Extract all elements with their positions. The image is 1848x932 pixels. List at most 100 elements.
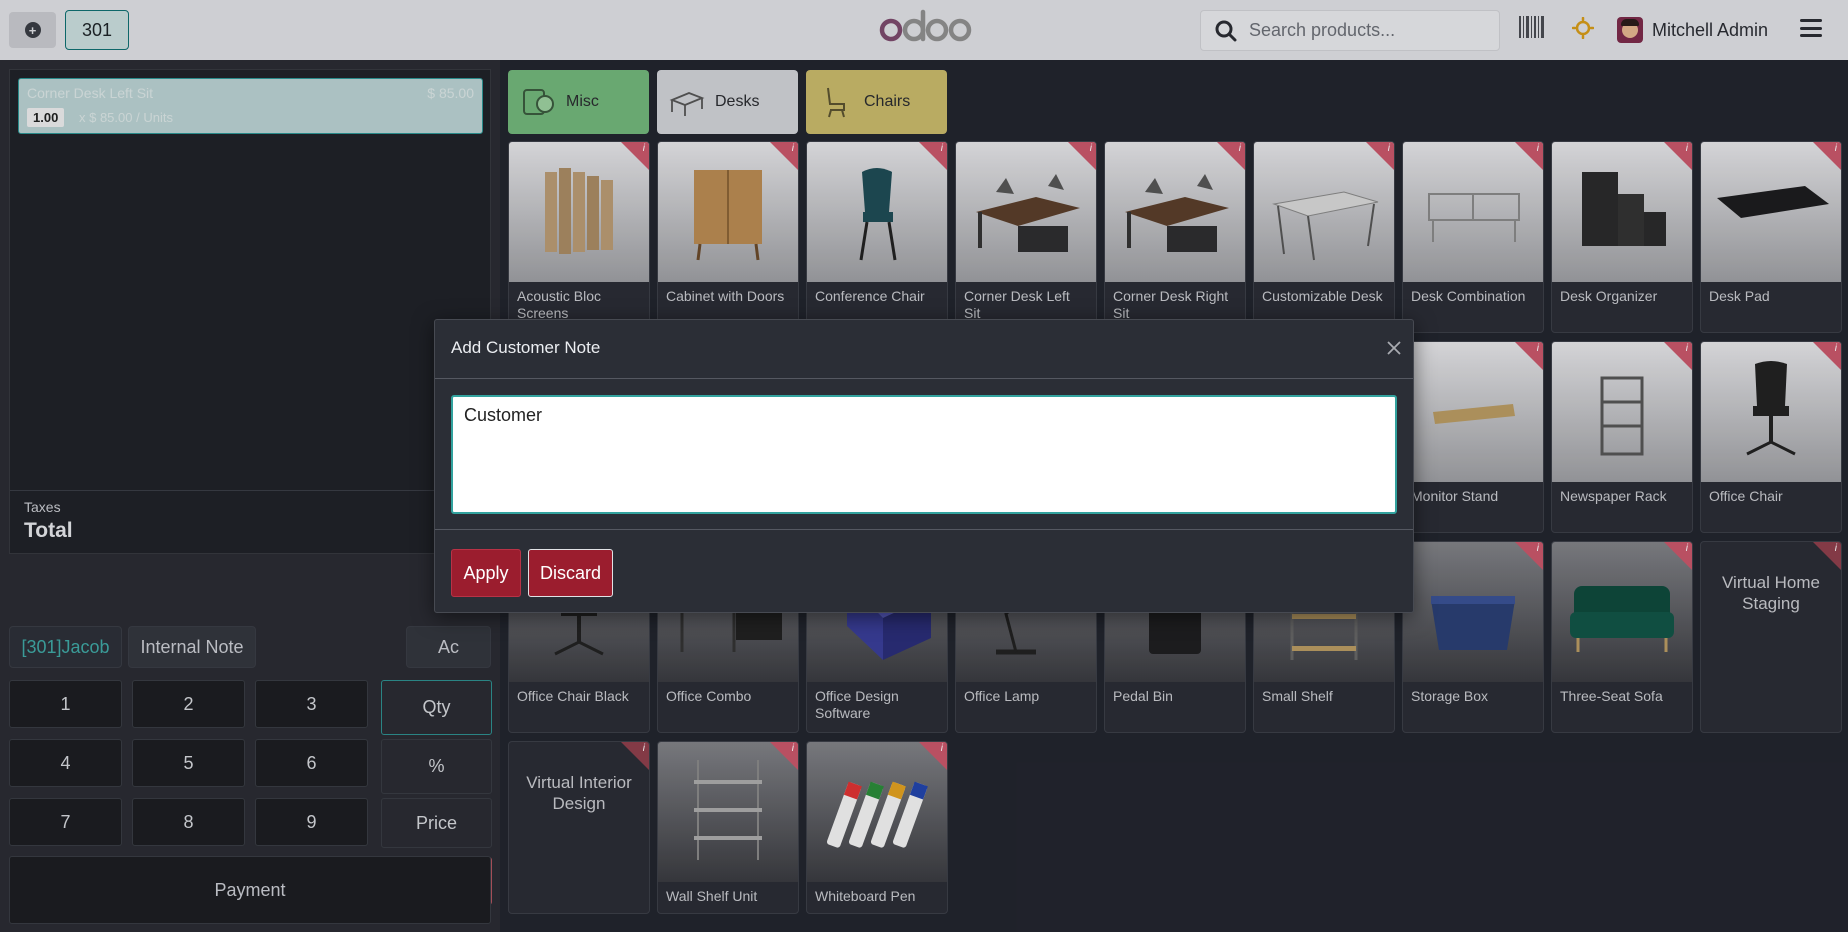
numpad-6[interactable]: 6 (255, 739, 368, 787)
top-bar: + 301 Mitchell Admin (0, 0, 1848, 60)
plus-circle-icon: + (24, 22, 41, 38)
discard-button[interactable]: Discard (528, 549, 613, 597)
order-line-qty: 1.00 (27, 108, 65, 127)
product-card[interactable]: Customizable Desk i (1253, 141, 1395, 333)
numpad-1[interactable]: 1 (9, 680, 122, 728)
product-name: Wall Shelf Unit (666, 888, 758, 904)
product-card[interactable]: Monitor Stand i (1402, 341, 1544, 533)
info-icon: i (1536, 543, 1539, 554)
product-card[interactable]: Corner Desk Right Sit i (1104, 141, 1246, 333)
customer-note-dialog: Add Customer Note Apply Discard (434, 319, 1414, 613)
product-name: Desk Organizer (1560, 288, 1658, 304)
product-name: Office Combo (666, 688, 752, 704)
product-name: Newspaper Rack (1560, 488, 1667, 504)
product-name: Corner Desk Right Sit (1113, 288, 1229, 321)
info-icon: i (1685, 143, 1688, 154)
numpad-5[interactable]: 5 (132, 739, 245, 787)
product-name: Office Chair (1709, 488, 1783, 504)
product-name: Whiteboard Pen (815, 888, 916, 904)
mode-discount-button[interactable]: % (381, 739, 492, 794)
info-icon: i (642, 143, 645, 154)
order-lines: Corner Desk Left Sit $ 85.00 1.00 x $ 85… (9, 69, 491, 554)
product-card[interactable]: Corner Desk Left Sit i (955, 141, 1097, 333)
product-name: Office Chair Black (517, 688, 629, 704)
product-card[interactable]: Wall Shelf Unit i (657, 741, 799, 914)
order-totals: Taxes Total $ 8 (10, 490, 490, 553)
product-name: Conference Chair (815, 288, 925, 304)
category-label: Misc (566, 93, 599, 110)
mode-qty-button[interactable]: Qty (381, 680, 492, 735)
product-name: Cabinet with Doors (666, 288, 785, 304)
internal-note-button[interactable]: Internal Note (128, 626, 256, 668)
product-card[interactable]: Three-Seat Sofa i (1551, 541, 1693, 733)
search-input[interactable] (1249, 20, 1479, 41)
product-name: Desk Combination (1411, 288, 1526, 304)
product-card[interactable]: Storage Box i (1402, 541, 1544, 733)
order-tab-301[interactable]: 301 (65, 10, 129, 50)
actions-button[interactable]: Ac (406, 626, 491, 668)
dialog-body (435, 379, 1413, 530)
product-card[interactable]: Conference Chair i (806, 141, 948, 333)
product-name: Customizable Desk (1262, 288, 1383, 304)
avatar (1617, 17, 1643, 43)
order-line-unit-price: x $ 85.00 / Units (79, 110, 173, 125)
order-pane: Corner Desk Left Sit $ 85.00 1.00 x $ 85… (0, 60, 500, 932)
product-card[interactable]: Virtual Interior Design i (508, 741, 650, 914)
numpad-2[interactable]: 2 (132, 680, 245, 728)
numpad-8[interactable]: 8 (132, 798, 245, 846)
product-card[interactable]: Desk Pad i (1700, 141, 1842, 333)
info-icon: i (791, 743, 794, 754)
info-icon: i (1536, 143, 1539, 154)
close-icon[interactable] (1386, 340, 1402, 356)
product-name: Storage Box (1411, 688, 1489, 704)
info-icon: i (1685, 543, 1688, 554)
product-name: Monitor Stand (1411, 488, 1499, 504)
product-card[interactable]: Acoustic Bloc Screens i (508, 141, 650, 333)
apply-button[interactable]: Apply (451, 549, 521, 597)
category-label: Desks (715, 93, 760, 110)
dialog-header: Add Customer Note (435, 320, 1413, 379)
product-card[interactable]: Newspaper Rack i (1551, 341, 1693, 533)
category-chairs[interactable]: Chairs (806, 70, 947, 134)
product-card[interactable]: Office Chair i (1700, 341, 1842, 533)
new-order-button[interactable]: + (9, 12, 56, 48)
info-icon: i (940, 143, 943, 154)
numpad-3[interactable]: 3 (255, 680, 368, 728)
mode-price-button[interactable]: Price (381, 798, 492, 848)
product-search[interactable] (1200, 10, 1500, 51)
desk-category-icon (669, 92, 705, 116)
product-card[interactable]: Whiteboard Pen i (806, 741, 948, 914)
info-icon: i (1387, 143, 1390, 154)
barcode-icon[interactable] (1519, 16, 1545, 38)
product-name: Three-Seat Sofa (1560, 688, 1663, 704)
odoo-logo (879, 9, 972, 42)
product-name: Small Shelf (1262, 688, 1333, 704)
category-desks[interactable]: Desks (657, 70, 798, 134)
payment-button[interactable]: Payment (9, 856, 491, 924)
product-name: Corner Desk Left Sit (964, 288, 1070, 321)
order-line-selected[interactable]: Corner Desk Left Sit $ 85.00 1.00 x $ 85… (18, 78, 483, 134)
info-icon: i (1089, 143, 1092, 154)
customer-note-input[interactable] (451, 395, 1397, 514)
numpad-7[interactable]: 7 (9, 798, 122, 846)
product-card[interactable]: Virtual Home Staging i (1700, 541, 1842, 733)
category-misc[interactable]: Misc (508, 70, 649, 134)
customer-button[interactable]: [301]Jacob (9, 626, 122, 668)
menu-icon[interactable] (1800, 19, 1822, 37)
product-card[interactable]: Desk Organizer i (1551, 141, 1693, 333)
product-card[interactable]: Desk Combination i (1402, 141, 1544, 333)
taxes-label: Taxes (24, 499, 61, 515)
product-name: Office Design Software (815, 688, 899, 721)
product-card[interactable]: Cabinet with Doors i (657, 141, 799, 333)
info-icon: i (1834, 543, 1837, 554)
user-menu[interactable]: Mitchell Admin (1617, 17, 1768, 43)
search-icon (1215, 20, 1237, 41)
info-icon: i (940, 743, 943, 754)
product-name: Office Lamp (964, 688, 1040, 704)
product-name: Desk Pad (1709, 288, 1770, 304)
user-name: Mitchell Admin (1652, 19, 1769, 40)
sun-status-icon[interactable] (1572, 17, 1594, 39)
numpad-9[interactable]: 9 (255, 798, 368, 846)
numpad-4[interactable]: 4 (9, 739, 122, 787)
info-icon: i (642, 743, 645, 754)
